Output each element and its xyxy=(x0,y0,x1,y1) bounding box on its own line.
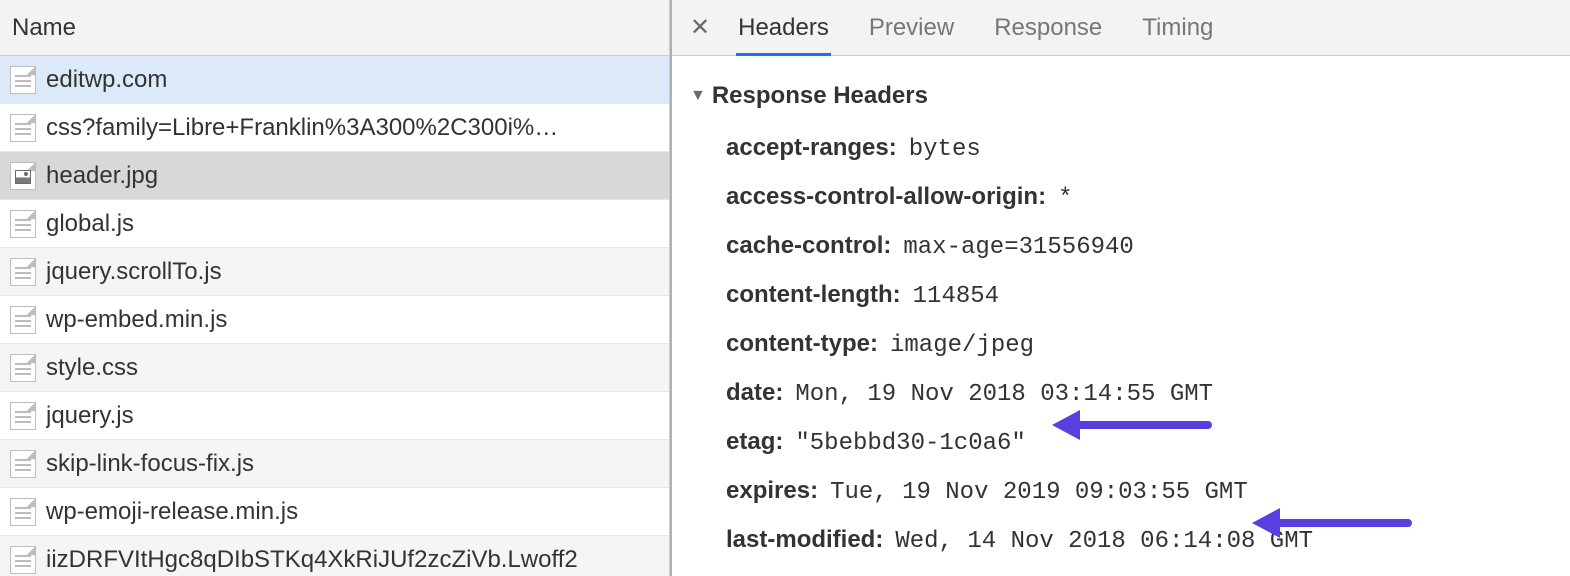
request-name: header.jpg xyxy=(46,162,158,190)
header-key: content-type xyxy=(726,330,878,358)
response-headers-toggle[interactable]: ▼ Response Headers xyxy=(690,82,1552,110)
request-row[interactable]: jquery.js xyxy=(0,392,669,440)
request-name: jquery.scrollTo.js xyxy=(46,258,222,286)
column-header-name[interactable]: Name xyxy=(0,0,669,56)
header-key: date xyxy=(726,379,783,407)
request-row[interactable]: jquery.scrollTo.js xyxy=(0,248,669,296)
request-name: css?family=Libre+Franklin%3A300%2C300i%… xyxy=(46,114,558,142)
request-name: skip-link-focus-fix.js xyxy=(46,450,254,478)
request-name: wp-emoji-release.min.js xyxy=(46,498,298,526)
section-title: Response Headers xyxy=(712,82,928,110)
header-row: accept-ranges bytes xyxy=(690,124,1552,173)
headers-panel: ▼ Response Headers accept-rangesbytesacc… xyxy=(672,56,1570,565)
request-name: jquery.js xyxy=(46,402,134,430)
header-value: max-age=31556940 xyxy=(903,234,1133,261)
document-icon xyxy=(10,66,36,94)
document-icon xyxy=(10,450,36,478)
header-value: "5bebbd30-1c0a6" xyxy=(795,430,1025,457)
image-icon xyxy=(10,162,36,190)
header-key: cache-control xyxy=(726,232,891,260)
request-row[interactable]: editwp.com xyxy=(0,56,669,104)
header-value: Tue, 19 Nov 2019 09:03:55 GMT xyxy=(830,479,1248,506)
document-icon xyxy=(10,210,36,238)
network-requests-pane: Name editwp.com css?family=Libre+Franklin… xyxy=(0,0,670,576)
request-row[interactable]: style.css xyxy=(0,344,669,392)
header-key: content-length xyxy=(726,281,901,309)
header-row: expires Tue, 19 Nov 2019 09:03:55 GMT xyxy=(690,467,1552,516)
request-row[interactable]: wp-emoji-release.min.js xyxy=(0,488,669,536)
header-key: etag xyxy=(726,428,783,456)
disclosure-triangle-icon: ▼ xyxy=(690,87,706,105)
request-name: iizDRFVItHgc8qDIbSTKq4XkRiJUf2zcZiVb.Lwo… xyxy=(46,546,578,574)
header-value: image/jpeg xyxy=(890,332,1034,359)
header-row: content-type image/jpeg xyxy=(690,320,1552,369)
detail-header: ✕ Headers Preview Response Timing xyxy=(672,0,1570,56)
column-header-label: Name xyxy=(12,14,76,42)
tab-preview[interactable]: Preview xyxy=(869,0,954,55)
tab-response[interactable]: Response xyxy=(994,0,1102,55)
header-row: access-control-allow-origin * xyxy=(690,173,1552,222)
request-name: editwp.com xyxy=(46,66,167,94)
header-key: expires xyxy=(726,477,818,505)
request-row[interactable]: header.jpg xyxy=(0,152,669,200)
tab-headers[interactable]: Headers xyxy=(738,0,829,55)
document-icon xyxy=(10,546,36,574)
request-name: style.css xyxy=(46,354,138,382)
response-headers-list: accept-ranges bytes access-control-allow-o… xyxy=(690,124,1552,565)
header-value: Wed, 14 Nov 2018 06:14:08 GMT xyxy=(895,528,1313,555)
request-name: global.js xyxy=(46,210,134,238)
tab-timing[interactable]: Timing xyxy=(1142,0,1213,55)
header-row: cache-control max-age=31556940 xyxy=(690,222,1552,271)
header-value: Mon, 19 Nov 2018 03:14:55 GMT xyxy=(795,381,1213,408)
request-row[interactable]: wp-embed.min.js xyxy=(0,296,669,344)
header-key: accept-ranges xyxy=(726,134,897,162)
header-value: 114854 xyxy=(913,283,999,310)
header-row: content-length 114854 xyxy=(690,271,1552,320)
request-row[interactable]: global.js xyxy=(0,200,669,248)
document-icon xyxy=(10,306,36,334)
document-icon xyxy=(10,498,36,526)
header-key: access-control-allow-origin xyxy=(726,183,1046,211)
detail-tabs: Headers Preview Response Timing xyxy=(738,0,1213,55)
header-row: etag "5bebbd30-1c0a6" xyxy=(690,418,1552,467)
header-row: last-modified Wed, 14 Nov 2018 06:14:08 G… xyxy=(690,516,1552,565)
request-row[interactable]: skip-link-focus-fix.js xyxy=(0,440,669,488)
header-key: last-modified xyxy=(726,526,883,554)
request-row[interactable]: css?family=Libre+Franklin%3A300%2C300i%… xyxy=(0,104,669,152)
request-name: wp-embed.min.js xyxy=(46,306,227,334)
close-icon[interactable]: ✕ xyxy=(686,16,714,40)
header-value: * xyxy=(1058,185,1072,212)
header-row: date Mon, 19 Nov 2018 03:14:55 GMT xyxy=(690,369,1552,418)
request-list: editwp.com css?family=Libre+Franklin%3A30… xyxy=(0,56,669,576)
request-row[interactable]: iizDRFVItHgc8qDIbSTKq4XkRiJUf2zcZiVb.Lwo… xyxy=(0,536,669,576)
document-icon xyxy=(10,354,36,382)
request-detail-pane: ✕ Headers Preview Response Timing ▼ Respons… xyxy=(670,0,1570,576)
header-value: bytes xyxy=(909,136,981,163)
document-icon xyxy=(10,114,36,142)
document-icon xyxy=(10,258,36,286)
document-icon xyxy=(10,402,36,430)
